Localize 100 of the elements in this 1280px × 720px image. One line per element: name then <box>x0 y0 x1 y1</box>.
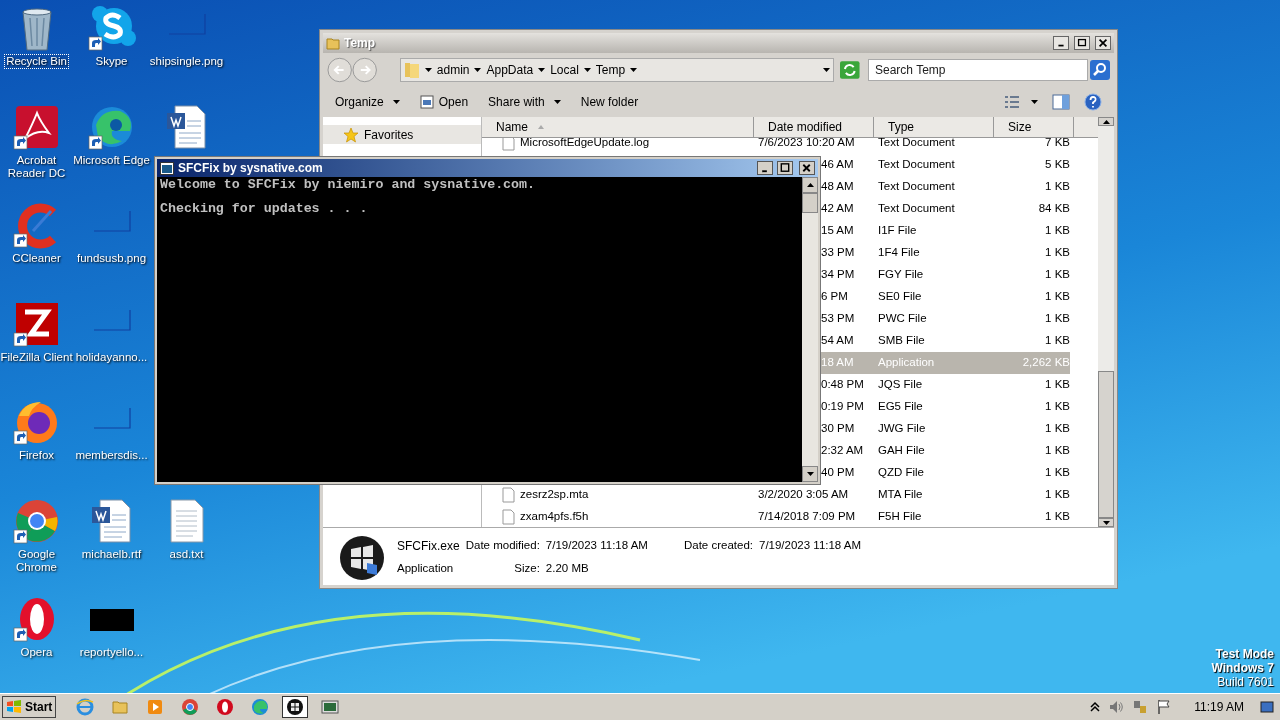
show-desktop-button[interactable] <box>1260 700 1274 714</box>
toolbar-button[interactable]: New folder <box>580 93 639 111</box>
file-row[interactable]: 40 PM QZD File 1 KB <box>821 462 1070 484</box>
clock[interactable]: 11:19 AM <box>1194 698 1244 716</box>
star-icon <box>343 126 359 143</box>
file-row[interactable]: 0:19 PM EG5 File 1 KB <box>821 396 1070 418</box>
system-info-text: Build 7601 <box>1217 675 1274 689</box>
scroll-up-icon[interactable] <box>806 183 814 187</box>
size-cell: 1 KB <box>1045 334 1070 347</box>
refresh-button[interactable] <box>840 61 860 79</box>
scroll-down-icon[interactable] <box>806 472 814 476</box>
column-header[interactable]: Type <box>874 117 994 137</box>
file-row[interactable]: 2:32 AM GAH File 1 KB <box>821 440 1070 462</box>
size-cell: 2,262 KB <box>1022 356 1070 369</box>
type-cell: MTA File <box>878 488 923 501</box>
toolbar-button[interactable]: Open <box>419 93 469 111</box>
toolbar-button[interactable]: Organize <box>335 93 400 111</box>
file-row[interactable]: 48 AM Text Document 1 KB <box>821 176 1070 198</box>
file-row[interactable]: 42 AM Text Document 84 KB <box>821 198 1070 220</box>
file-row[interactable]: zesrz2sp.mta 3/2/2020 3:05 AM MTA File 1 KB <box>482 484 1070 506</box>
maximize-button[interactable] <box>777 161 793 175</box>
back-button[interactable] <box>327 57 353 83</box>
caret-icon[interactable] <box>583 67 591 73</box>
size-cell: 1 KB <box>1045 488 1070 501</box>
toolbar-button[interactable]: Share with <box>488 93 561 111</box>
file-row[interactable]: 15 AM I1F File 1 KB <box>821 220 1070 242</box>
caret-icon[interactable] <box>424 67 432 73</box>
skype-icon[interactable] <box>87 4 136 52</box>
taskbar-button[interactable] <box>282 696 309 718</box>
file-row[interactable]: MicrosoftEdgeUpdate.log 7/6/2023 10:20 AM Text Document 7 KB <box>482 138 1070 154</box>
desktop-icon-label[interactable]: Microsoft Edge <box>71 152 152 168</box>
maximize-button[interactable] <box>1074 36 1090 50</box>
file-row[interactable]: 53 PM PWC File 1 KB <box>821 308 1070 330</box>
desktop-icon-label[interactable]: holidayanno... <box>73 349 150 365</box>
close-button[interactable] <box>1095 36 1111 50</box>
breadcrumb-item[interactable]: AppData <box>486 61 534 79</box>
network-icon[interactable] <box>1132 699 1149 715</box>
caret-icon[interactable] <box>823 67 831 73</box>
file-row[interactable]: 46 AM Text Document 5 KB <box>821 154 1070 176</box>
file-row[interactable]: 33 PM 1F4 File 1 KB <box>821 242 1070 264</box>
file-row[interactable]: 54 AM SMB File 1 KB <box>821 330 1070 352</box>
view-options-icon[interactable] <box>1003 94 1021 110</box>
column-header[interactable]: Size <box>994 117 1074 137</box>
size-cell: 1 KB <box>1045 378 1070 391</box>
desktop-icon-label[interactable]: FileZilla Client <box>0 349 75 365</box>
preview-pane-icon[interactable] <box>1052 94 1070 110</box>
file-row[interactable]: 34 PM FGY File 1 KB <box>821 264 1070 286</box>
breadcrumb-item[interactable]: admin <box>436 61 470 79</box>
desktop-icon-label[interactable]: CCleaner <box>10 251 63 266</box>
folder-icon <box>326 36 340 50</box>
start-button[interactable]: Start <box>2 696 57 718</box>
caret-icon[interactable] <box>474 67 482 73</box>
scroll-down-icon[interactable] <box>1102 520 1110 525</box>
file-row[interactable]: 0:48 PM JQS File 1 KB <box>821 374 1070 396</box>
minimize-button[interactable] <box>1053 36 1069 50</box>
nav-item[interactable]: Favorites <box>323 125 481 144</box>
scrollbar[interactable] <box>1098 117 1114 527</box>
desktop-icon-label[interactable]: Recycle Bin <box>4 54 69 69</box>
type-cell: Text Document <box>878 138 955 149</box>
column-header[interactable]: Name <box>482 117 754 137</box>
caret-icon[interactable] <box>538 67 546 73</box>
folder-icon <box>111 698 130 716</box>
close-button[interactable] <box>799 161 815 175</box>
type-cell: Application <box>878 356 935 369</box>
help-icon[interactable] <box>1084 93 1102 111</box>
desktop-icon-label[interactable]: Skype <box>93 54 130 69</box>
scroll-up-icon[interactable] <box>1102 119 1110 124</box>
desktop-icon-label[interactable]: membersdis... <box>73 448 150 463</box>
detail-label: Size: <box>513 561 540 576</box>
scrollbar[interactable] <box>802 177 818 482</box>
caret-icon[interactable] <box>630 67 638 73</box>
search-field[interactable]: Search Temp <box>868 59 1088 81</box>
speaker-icon[interactable] <box>1108 699 1125 715</box>
address-bar[interactable]: admin AppData Local Temp <box>399 58 835 82</box>
type-cell: EG5 File <box>878 400 923 413</box>
type-cell: Text Document <box>878 180 955 193</box>
file-name: SFCFix.exe <box>397 538 460 555</box>
console-icon <box>160 161 174 175</box>
system-info-text: Windows 7 <box>1211 661 1274 675</box>
desktop-icon-label[interactable]: shipsingle.png <box>147 54 226 69</box>
desktop-icon-label[interactable]: Acrobat Reader DC <box>5 152 68 181</box>
desktop-icon-label[interactable]: Firefox <box>16 448 57 463</box>
window-title: SFCFix by sysnative.com <box>178 160 323 177</box>
search-icon[interactable] <box>1090 60 1110 80</box>
column-header[interactable]: Date modified <box>754 117 874 137</box>
scroll-thumb[interactable] <box>802 193 818 213</box>
size-cell: 1 KB <box>1045 246 1070 259</box>
minimize-button[interactable] <box>757 161 773 175</box>
chevron-up-icon[interactable] <box>1090 701 1101 713</box>
forward-button[interactable] <box>352 57 378 83</box>
file-row[interactable]: zxam4pfs.f5h 7/14/2018 7:09 PM F5H File 1 KB <box>482 506 1070 527</box>
file-row[interactable]: 6 PM SE0 File 1 KB <box>821 286 1070 308</box>
caret-icon[interactable] <box>1031 99 1038 105</box>
file-row[interactable]: 30 PM JWG File 1 KB <box>821 418 1070 440</box>
breadcrumb-item[interactable]: Temp <box>595 61 626 79</box>
desktop-icon-label[interactable]: fundsusb.png <box>74 251 149 266</box>
breadcrumb-item[interactable]: Local <box>550 61 579 79</box>
flag-icon[interactable] <box>1156 699 1173 715</box>
media-player-icon <box>146 698 165 716</box>
scroll-thumb[interactable] <box>1098 371 1114 518</box>
